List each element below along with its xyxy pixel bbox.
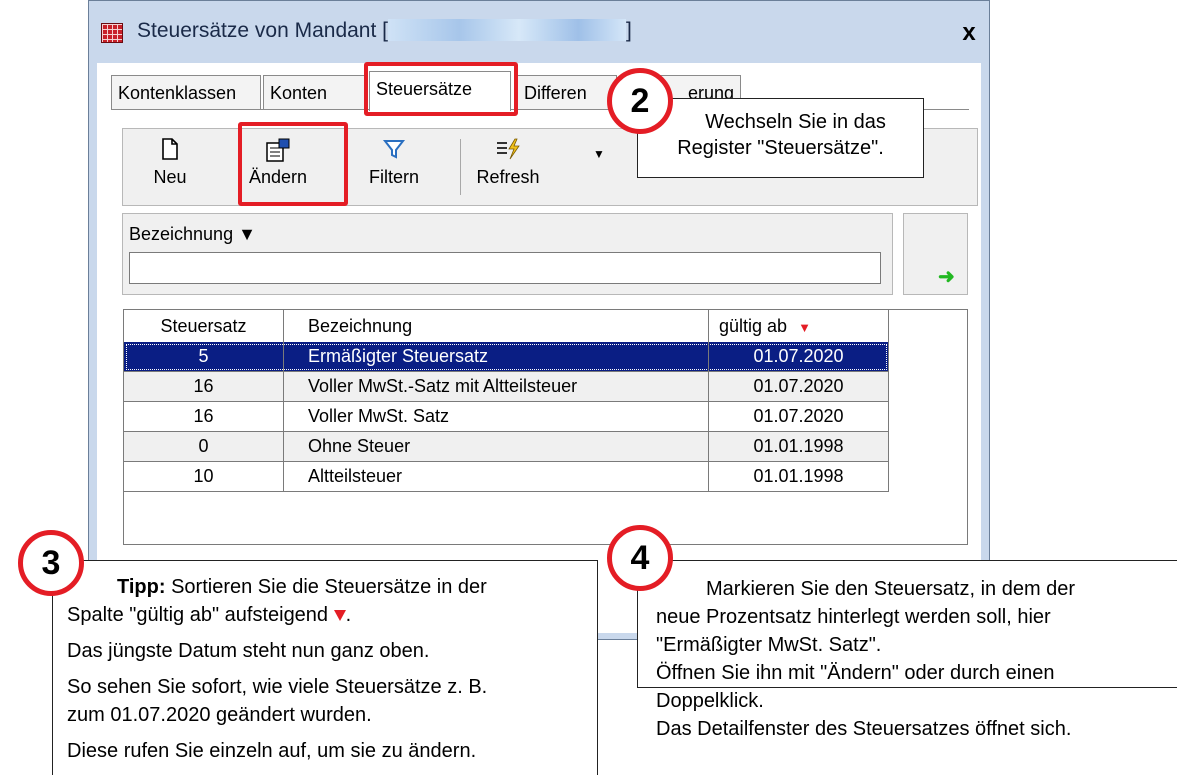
app-icon: [101, 23, 123, 43]
sort-indicator-icon: [333, 610, 346, 621]
cell-rate: 5: [124, 342, 284, 371]
callout-step-2: Wechseln Sie in das Register "Steuersätz…: [637, 98, 924, 178]
tip-line-2: Spalte "gültig ab" aufsteigend .: [67, 601, 597, 629]
tip-paragraph-3b: zum 01.07.2020 geändert wurden.: [67, 704, 372, 726]
tip-text: Sortieren Sie die Steuersätze in der: [165, 576, 487, 598]
apply-filter-button[interactable]: ➜: [903, 213, 968, 295]
tip-line-2-end: .: [345, 604, 352, 626]
cell-name: Voller MwSt. Satz: [284, 402, 709, 431]
filter-field-label[interactable]: Bezeichnung ▼: [129, 224, 256, 245]
callout-4-line5: Doppelklick.: [656, 690, 764, 712]
filter-button-label: Filtern: [368, 167, 419, 187]
tip-paragraph-3a: So sehen Sie sofort, wie viele Steuersät…: [67, 676, 488, 698]
tip-bold-label: Tipp:: [117, 576, 166, 598]
tax-rate-table: Steuersatz Bezeichnung gültig ab ▼ 5 Erm…: [123, 309, 968, 545]
tip-line-1: Tipp: Sortieren Sie die Steuersätze in d…: [67, 573, 597, 601]
cell-name: Ohne Steuer: [284, 432, 709, 461]
new-document-icon: [131, 137, 209, 167]
redacted-client-name: [388, 19, 626, 41]
funnel-icon: [355, 137, 433, 167]
main-window: Steuersätze von Mandant [] x Kontenklass…: [88, 0, 990, 640]
callout-step-3: Tipp: Sortieren Sie die Steuersätze in d…: [52, 560, 598, 775]
close-button[interactable]: x: [949, 13, 989, 53]
callout-4-line2: neue Prozentsatz hinterlegt werden soll,…: [656, 606, 1051, 628]
table-row[interactable]: 10 Altteilsteuer 01.01.1998: [124, 462, 889, 492]
callout-4-line3: "Ermäßigter MwSt. Satz".: [656, 634, 882, 656]
cell-rate: 16: [124, 372, 284, 401]
toolbar-separator: [460, 139, 461, 195]
callout-4-line6: Das Detailfenster des Steuersatzes öffne…: [656, 718, 1072, 740]
tip-paragraph-2: Das jüngste Datum steht nun ganz oben.: [67, 640, 430, 662]
callout-4-line4: Öffnen Sie ihn mit "Ändern" oder durch e…: [656, 662, 1055, 684]
tip-paragraph-4: Diese rufen Sie einzeln auf, um sie zu ä…: [67, 740, 477, 762]
highlight-edit-button: [238, 122, 348, 206]
cell-name: Altteilsteuer: [284, 462, 709, 491]
tab-steuersaetze[interactable]: Steuersätze: [369, 71, 511, 111]
window-title-prefix: Steuersätze von Mandant [: [137, 19, 388, 42]
refresh-button[interactable]: Refresh: [469, 137, 547, 201]
callout-2-line2: Register "Steuersätze".: [677, 137, 884, 159]
refresh-dropdown-arrow-icon[interactable]: ▼: [593, 147, 605, 161]
sort-desc-icon: ▼: [798, 320, 811, 335]
column-header-rate[interactable]: Steuersatz: [124, 310, 284, 342]
filter-panel: Bezeichnung ▼: [122, 213, 893, 295]
new-button-label: Neu: [153, 167, 187, 187]
cell-valid-from: 01.01.1998: [709, 462, 889, 491]
cell-valid-from: 01.07.2020: [709, 372, 889, 401]
cell-valid-from: 01.07.2020: [709, 402, 889, 431]
step-3-badge: 3: [18, 530, 84, 596]
filter-input[interactable]: [129, 252, 881, 284]
tip-line-2-text: Spalte "gültig ab" aufsteigend: [67, 604, 329, 626]
filter-label-text: Bezeichnung: [129, 224, 234, 244]
cell-rate: 0: [124, 432, 284, 461]
table-row[interactable]: 5 Ermäßigter Steuersatz 01.07.2020: [124, 342, 889, 372]
table-row[interactable]: 0 Ohne Steuer 01.01.1998: [124, 432, 889, 462]
table-row[interactable]: 16 Voller MwSt.-Satz mit Altteilsteuer 0…: [124, 372, 889, 402]
window-title: Steuersätze von Mandant []: [137, 19, 632, 43]
cell-valid-from: 01.07.2020: [709, 342, 889, 371]
tab-kontenklassen[interactable]: Kontenklassen: [111, 75, 261, 109]
filter-button[interactable]: Filtern: [355, 137, 433, 201]
table-row[interactable]: 16 Voller MwSt. Satz 01.07.2020: [124, 402, 889, 432]
window-title-suffix: ]: [626, 19, 632, 42]
column-header-valid-from-label: gültig ab: [719, 316, 788, 336]
green-arrow-icon: ➜: [938, 266, 955, 288]
column-header-valid-from[interactable]: gültig ab ▼: [709, 310, 889, 342]
step-2-badge: 2: [607, 68, 673, 134]
new-button[interactable]: Neu: [131, 137, 209, 201]
refresh-button-label: Refresh: [476, 167, 540, 187]
tab-differenzen[interactable]: Differen: [517, 75, 617, 109]
callout-2-line1: Wechseln Sie in das: [705, 111, 886, 133]
refresh-lightning-icon: [469, 137, 547, 167]
cell-valid-from: 01.01.1998: [709, 432, 889, 461]
column-header-name[interactable]: Bezeichnung: [284, 310, 709, 342]
callout-4-line1: Markieren Sie den Steuersatz, in dem der: [706, 578, 1076, 600]
cell-rate: 16: [124, 402, 284, 431]
title-bar[interactable]: Steuersätze von Mandant [] x: [89, 1, 989, 63]
table-header: Steuersatz Bezeichnung gültig ab ▼: [124, 310, 889, 343]
callout-step-4: Markieren Sie den Steuersatz, in dem der…: [637, 560, 1177, 740]
cell-rate: 10: [124, 462, 284, 491]
cell-name: Ermäßigter Steuersatz: [284, 342, 709, 371]
cell-name: Voller MwSt.-Satz mit Altteilsteuer: [284, 372, 709, 401]
tab-konten[interactable]: Konten: [263, 75, 365, 109]
filter-dropdown-icon[interactable]: ▼: [238, 224, 256, 244]
step-4-badge: 4: [607, 525, 673, 591]
